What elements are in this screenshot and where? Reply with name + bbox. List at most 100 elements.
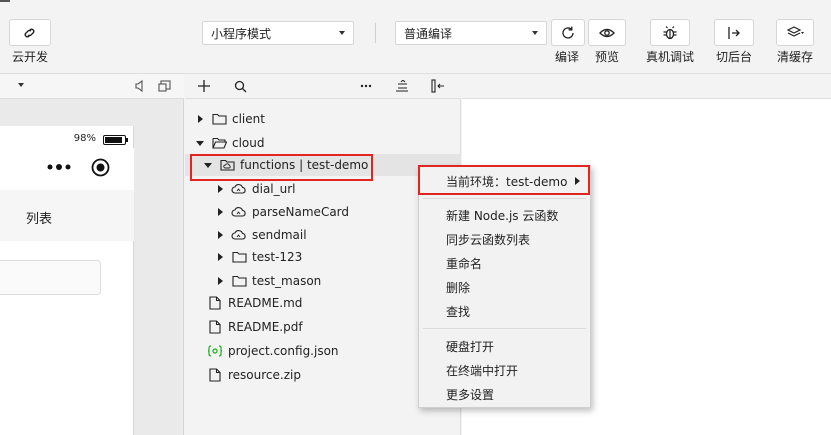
folder-icon	[211, 111, 227, 127]
menu-item-find[interactable]: 查找	[419, 300, 590, 322]
tab-list[interactable]: 列表	[26, 208, 52, 227]
menu-item-label: 重命名	[446, 256, 483, 271]
refresh-icon	[562, 26, 574, 39]
cloud-function-icon	[231, 204, 247, 220]
cloud-function-icon	[231, 227, 247, 243]
json-config-icon	[207, 343, 223, 359]
menu-item-more-settings[interactable]: 更多设置	[419, 383, 590, 405]
search-icon[interactable]	[232, 78, 248, 94]
collapse-all-icon[interactable]	[394, 78, 410, 94]
tree-item-label: parseNameCard	[252, 205, 350, 219]
chevron-down-icon	[196, 140, 204, 146]
chevron-right-icon	[217, 277, 223, 285]
remote-debug-label: 真机调试	[646, 50, 695, 64]
tree-item-label: sendmail	[252, 228, 307, 242]
chevron-down-icon	[339, 31, 345, 35]
capsule-close-icon[interactable]	[91, 158, 110, 177]
window-title-fragment	[0, 0, 10, 4]
menu-item-label: 更多设置	[446, 387, 495, 402]
tree-item-label: project.config.json	[228, 344, 339, 358]
more-dots-icon[interactable]	[47, 163, 71, 171]
compile-mode-select[interactable]: 普通编译	[395, 21, 547, 45]
chevron-down-icon	[532, 31, 538, 35]
file-icon	[207, 295, 223, 311]
chevron-right-icon	[575, 177, 580, 185]
tree-item-label: functions | test-demo	[240, 158, 369, 172]
preview-label: 预览	[595, 50, 620, 64]
folder-icon	[231, 249, 247, 265]
menu-item-label: 当前环境：test-demo	[446, 174, 568, 189]
tree-item-label: test_mason	[252, 274, 322, 288]
background-label: 切后台	[716, 50, 753, 64]
tree-item-label: resource.zip	[228, 368, 301, 382]
clear-cache-label: 清缓存	[777, 50, 814, 64]
tree-item-label: client	[232, 112, 265, 126]
menu-divider	[423, 328, 586, 329]
tree-item-label: cloud	[232, 136, 265, 150]
folder-open-icon	[211, 135, 227, 151]
tab-strip: 列表	[0, 190, 134, 241]
tree-item-label: test-123	[252, 250, 303, 264]
battery-fill	[105, 137, 123, 143]
tree-item-client[interactable]: client	[185, 108, 461, 130]
explorer-header	[185, 74, 461, 99]
compile-label: 编译	[555, 50, 580, 64]
toolbar-divider	[375, 23, 376, 43]
menu-item-label: 在终端中打开	[446, 363, 519, 378]
folder-icon	[231, 273, 247, 289]
context-menu: 当前环境：test-demo 新建 Node.js 云函数 同步云函数列表 重命…	[418, 165, 591, 408]
cloud-link-icon	[24, 28, 35, 37]
menu-item-new-node-function[interactable]: 新建 Node.js 云函数	[419, 204, 590, 226]
menu-item-open-in-disk[interactable]: 硬盘打开	[419, 335, 590, 357]
menu-item-delete[interactable]: 删除	[419, 276, 590, 298]
mute-icon[interactable]	[133, 79, 147, 93]
battery-percent: 98%	[73, 133, 96, 144]
compile-mode-value: 普通编译	[404, 26, 453, 41]
remote-debug-button[interactable]	[650, 19, 690, 46]
eye-icon	[599, 28, 615, 37]
compile-button[interactable]	[551, 19, 585, 46]
search-input[interactable]	[0, 260, 101, 295]
tree-item-label: README.md	[228, 296, 303, 310]
menu-item-open-in-terminal[interactable]: 在终端中打开	[419, 359, 590, 381]
collapse-panel-icon[interactable]	[430, 78, 446, 94]
detach-window-icon[interactable]	[158, 79, 172, 93]
background-button[interactable]	[714, 19, 754, 46]
more-options-icon[interactable]	[358, 78, 374, 94]
battery-nub	[126, 138, 128, 142]
status-bar: 98%	[0, 126, 134, 148]
chevron-down-icon[interactable]	[18, 83, 24, 87]
chevron-down-icon	[204, 162, 212, 168]
chevron-right-icon	[217, 208, 223, 216]
menu-item-label: 查找	[446, 304, 471, 319]
chevron-right-icon	[197, 115, 203, 123]
cloud-folder-icon	[219, 157, 235, 173]
add-icon[interactable]	[196, 78, 212, 94]
tree-item-label: README.pdf	[228, 320, 303, 334]
switch-background-icon	[728, 26, 740, 39]
simulator-device[interactable]: 98% 列表	[0, 126, 134, 435]
chevron-right-icon	[217, 185, 223, 193]
editor-header	[462, 74, 831, 99]
clear-cache-button[interactable]	[776, 19, 814, 46]
preview-button[interactable]	[588, 19, 626, 46]
cloud-dev-label: 云开发	[12, 50, 49, 64]
menu-item-rename[interactable]: 重命名	[419, 252, 590, 274]
navigation-bar	[0, 148, 134, 190]
file-icon	[207, 367, 223, 383]
simulator-pane: 98% 列表	[0, 74, 184, 435]
menu-item-label: 硬盘打开	[446, 339, 495, 354]
chevron-right-icon	[217, 253, 223, 261]
battery-icon	[103, 135, 128, 145]
simulator-header	[0, 74, 184, 99]
menu-item-label: 同步云函数列表	[446, 232, 531, 247]
mode-select[interactable]: 小程序模式	[202, 21, 354, 45]
tree-item-cloud[interactable]: cloud	[185, 132, 461, 154]
menu-item-sync-functions[interactable]: 同步云函数列表	[419, 228, 590, 250]
bug-icon	[663, 25, 677, 39]
cloud-dev-button[interactable]	[9, 19, 51, 46]
menu-divider	[423, 198, 586, 199]
mode-select-value: 小程序模式	[211, 26, 272, 41]
menu-item-current-env[interactable]: 当前环境：test-demo	[419, 170, 590, 192]
file-icon	[207, 319, 223, 335]
